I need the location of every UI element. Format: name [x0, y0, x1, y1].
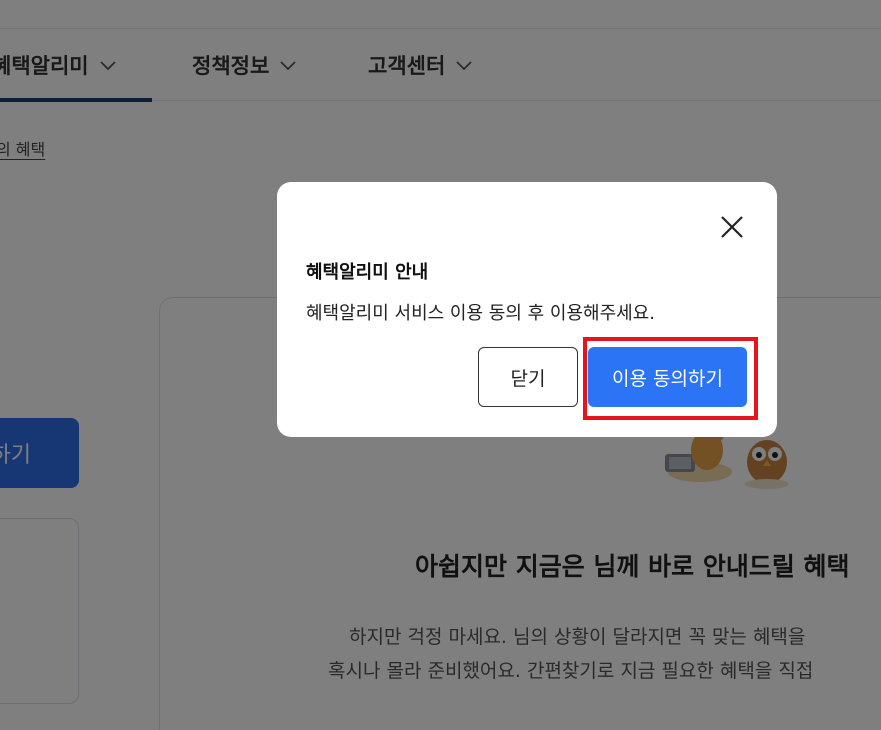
agree-button[interactable]: 이용 동의하기: [588, 347, 747, 407]
modal-message: 혜택알리미 서비스 이용 동의 후 이용해주세요.: [306, 303, 655, 324]
agree-button-label: 이용 동의하기: [612, 367, 723, 390]
close-icon[interactable]: [719, 214, 745, 240]
modal-title: 혜택알리미 안내: [306, 262, 429, 283]
close-button-label: 닫기: [510, 367, 546, 390]
consent-modal: 혜택알리미 안내 혜택알리미 서비스 이용 동의 후 이용해주세요. 닫기 이용…: [277, 182, 777, 437]
close-button[interactable]: 닫기: [478, 347, 578, 407]
page: 혜택알리미 정책정보 고객센터 의 혜택 하기 아쉽지만 지금은 님께 바로 안…: [0, 0, 881, 730]
